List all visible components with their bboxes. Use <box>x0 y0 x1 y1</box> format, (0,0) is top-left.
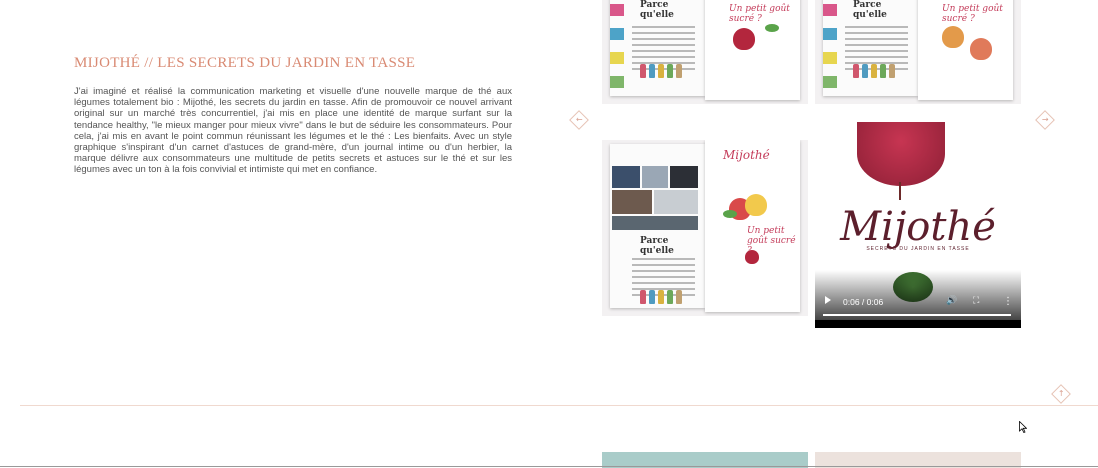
mouse-cursor-icon <box>1019 421 1027 433</box>
beet-illustration <box>857 122 945 186</box>
play-icon[interactable] <box>825 296 831 304</box>
gallery-next-button[interactable]: → <box>1035 110 1055 130</box>
gallery-prev-button[interactable]: ← <box>569 110 589 130</box>
magazine-brand: Parce qu'elle <box>640 236 674 256</box>
video-time: 0:06 / 0:06 <box>843 297 884 307</box>
more-options-icon[interactable]: ⋮ <box>1003 296 1013 307</box>
magazine-brand: Parce qu'elle <box>853 0 887 20</box>
volume-icon[interactable]: 🔊 <box>946 296 957 306</box>
magazine-left-page: Parce qu'elle <box>610 144 705 308</box>
gallery-image-magazine-3[interactable]: Parce qu'elle Mijothé Un petit goût sucr… <box>602 140 808 316</box>
arrow-right-icon: → <box>1041 114 1049 124</box>
gallery-image-magazine-1[interactable]: Parce qu'elle Un petit goût sucré ? <box>602 0 808 104</box>
section-divider <box>20 405 1098 406</box>
scroll-top-button[interactable]: ↑ <box>1051 384 1071 404</box>
magazine-script-text: Un petit goût sucré ? <box>729 4 790 24</box>
arrow-up-icon: ↑ <box>1057 388 1065 398</box>
project-title: MIJOTHÉ // LES SECRETS DU JARDIN EN TASS… <box>74 55 416 71</box>
project-description: J'ai imaginé et réalisé la communication… <box>74 86 512 176</box>
gallery-image-magazine-2[interactable]: Parce qu'elle Un petit goût sucré ? <box>815 0 1021 104</box>
gallery-video-player[interactable]: Mijothé SECRETS DU JARDIN EN TASSE 0:06 … <box>815 122 1021 328</box>
magazine-right-page: Un petit goût sucré ? <box>918 0 1013 100</box>
magazine-brand: Parce qu'elle <box>640 0 674 20</box>
video-logo: Mijothé <box>840 204 996 250</box>
magazine-left-page: Parce qu'elle <box>610 0 705 96</box>
fullscreen-icon[interactable]: ⛶ <box>973 296 979 306</box>
magazine-logo-text: Mijothé <box>723 148 770 162</box>
video-progress-bar[interactable] <box>823 314 1011 316</box>
vegetable-illustration <box>970 38 992 60</box>
magazine-script-text: Un petit goût sucré ? <box>942 4 1003 24</box>
footer-divider <box>0 466 1098 467</box>
video-tagline: SECRETS DU JARDIN EN TASSE <box>866 246 970 252</box>
magazine-left-page: Parce qu'elle <box>823 0 918 96</box>
arrow-left-icon: ← <box>575 114 583 124</box>
magazine-right-page: Un petit goût sucré ? <box>705 0 800 100</box>
beet-illustration <box>733 28 755 50</box>
carrot-illustration <box>942 26 964 48</box>
magazine-right-page: Mijothé Un petit goût sucré ? <box>705 140 800 312</box>
